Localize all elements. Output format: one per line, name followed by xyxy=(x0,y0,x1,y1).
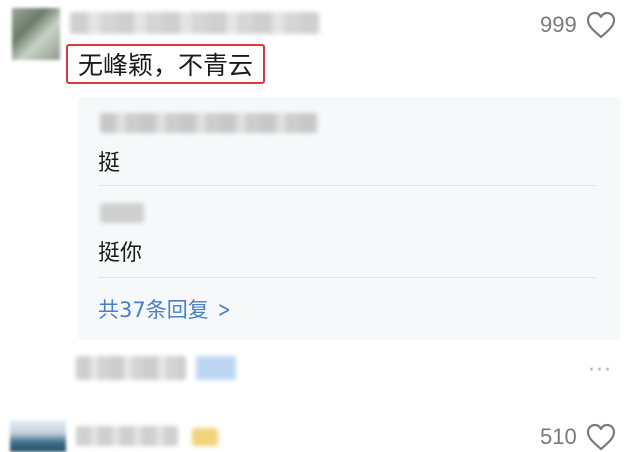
more-options-icon[interactable]: ··· xyxy=(588,358,612,383)
avatar[interactable] xyxy=(10,420,66,452)
reply-username-blurred[interactable] xyxy=(100,113,318,133)
view-all-replies-link[interactable]: 共37条回复 > xyxy=(98,294,233,324)
like-count: 999 xyxy=(540,12,577,37)
avatar[interactable] xyxy=(12,8,60,60)
username-blurred[interactable] xyxy=(70,12,320,34)
username-blurred[interactable] xyxy=(76,426,178,446)
user-badge-blurred xyxy=(192,428,218,446)
reply-text: 挺你 xyxy=(98,241,143,266)
reply-text: 挺 xyxy=(98,151,121,176)
chevron-right-icon: > xyxy=(217,298,231,323)
heart-icon[interactable] xyxy=(586,423,616,451)
like-count: 510 xyxy=(540,424,577,449)
timestamp-blurred xyxy=(76,356,186,380)
reply-button-blurred[interactable] xyxy=(196,356,236,380)
reply-panel: 挺 挺你 共37条回复 > xyxy=(78,97,620,340)
view-all-replies-label: 共37条回复 xyxy=(98,298,209,322)
reply-username-blurred[interactable] xyxy=(100,203,144,223)
divider xyxy=(98,277,596,278)
heart-icon[interactable] xyxy=(586,11,616,39)
comment-text: 无峰颖，不青云 xyxy=(66,44,266,84)
divider xyxy=(98,185,596,186)
